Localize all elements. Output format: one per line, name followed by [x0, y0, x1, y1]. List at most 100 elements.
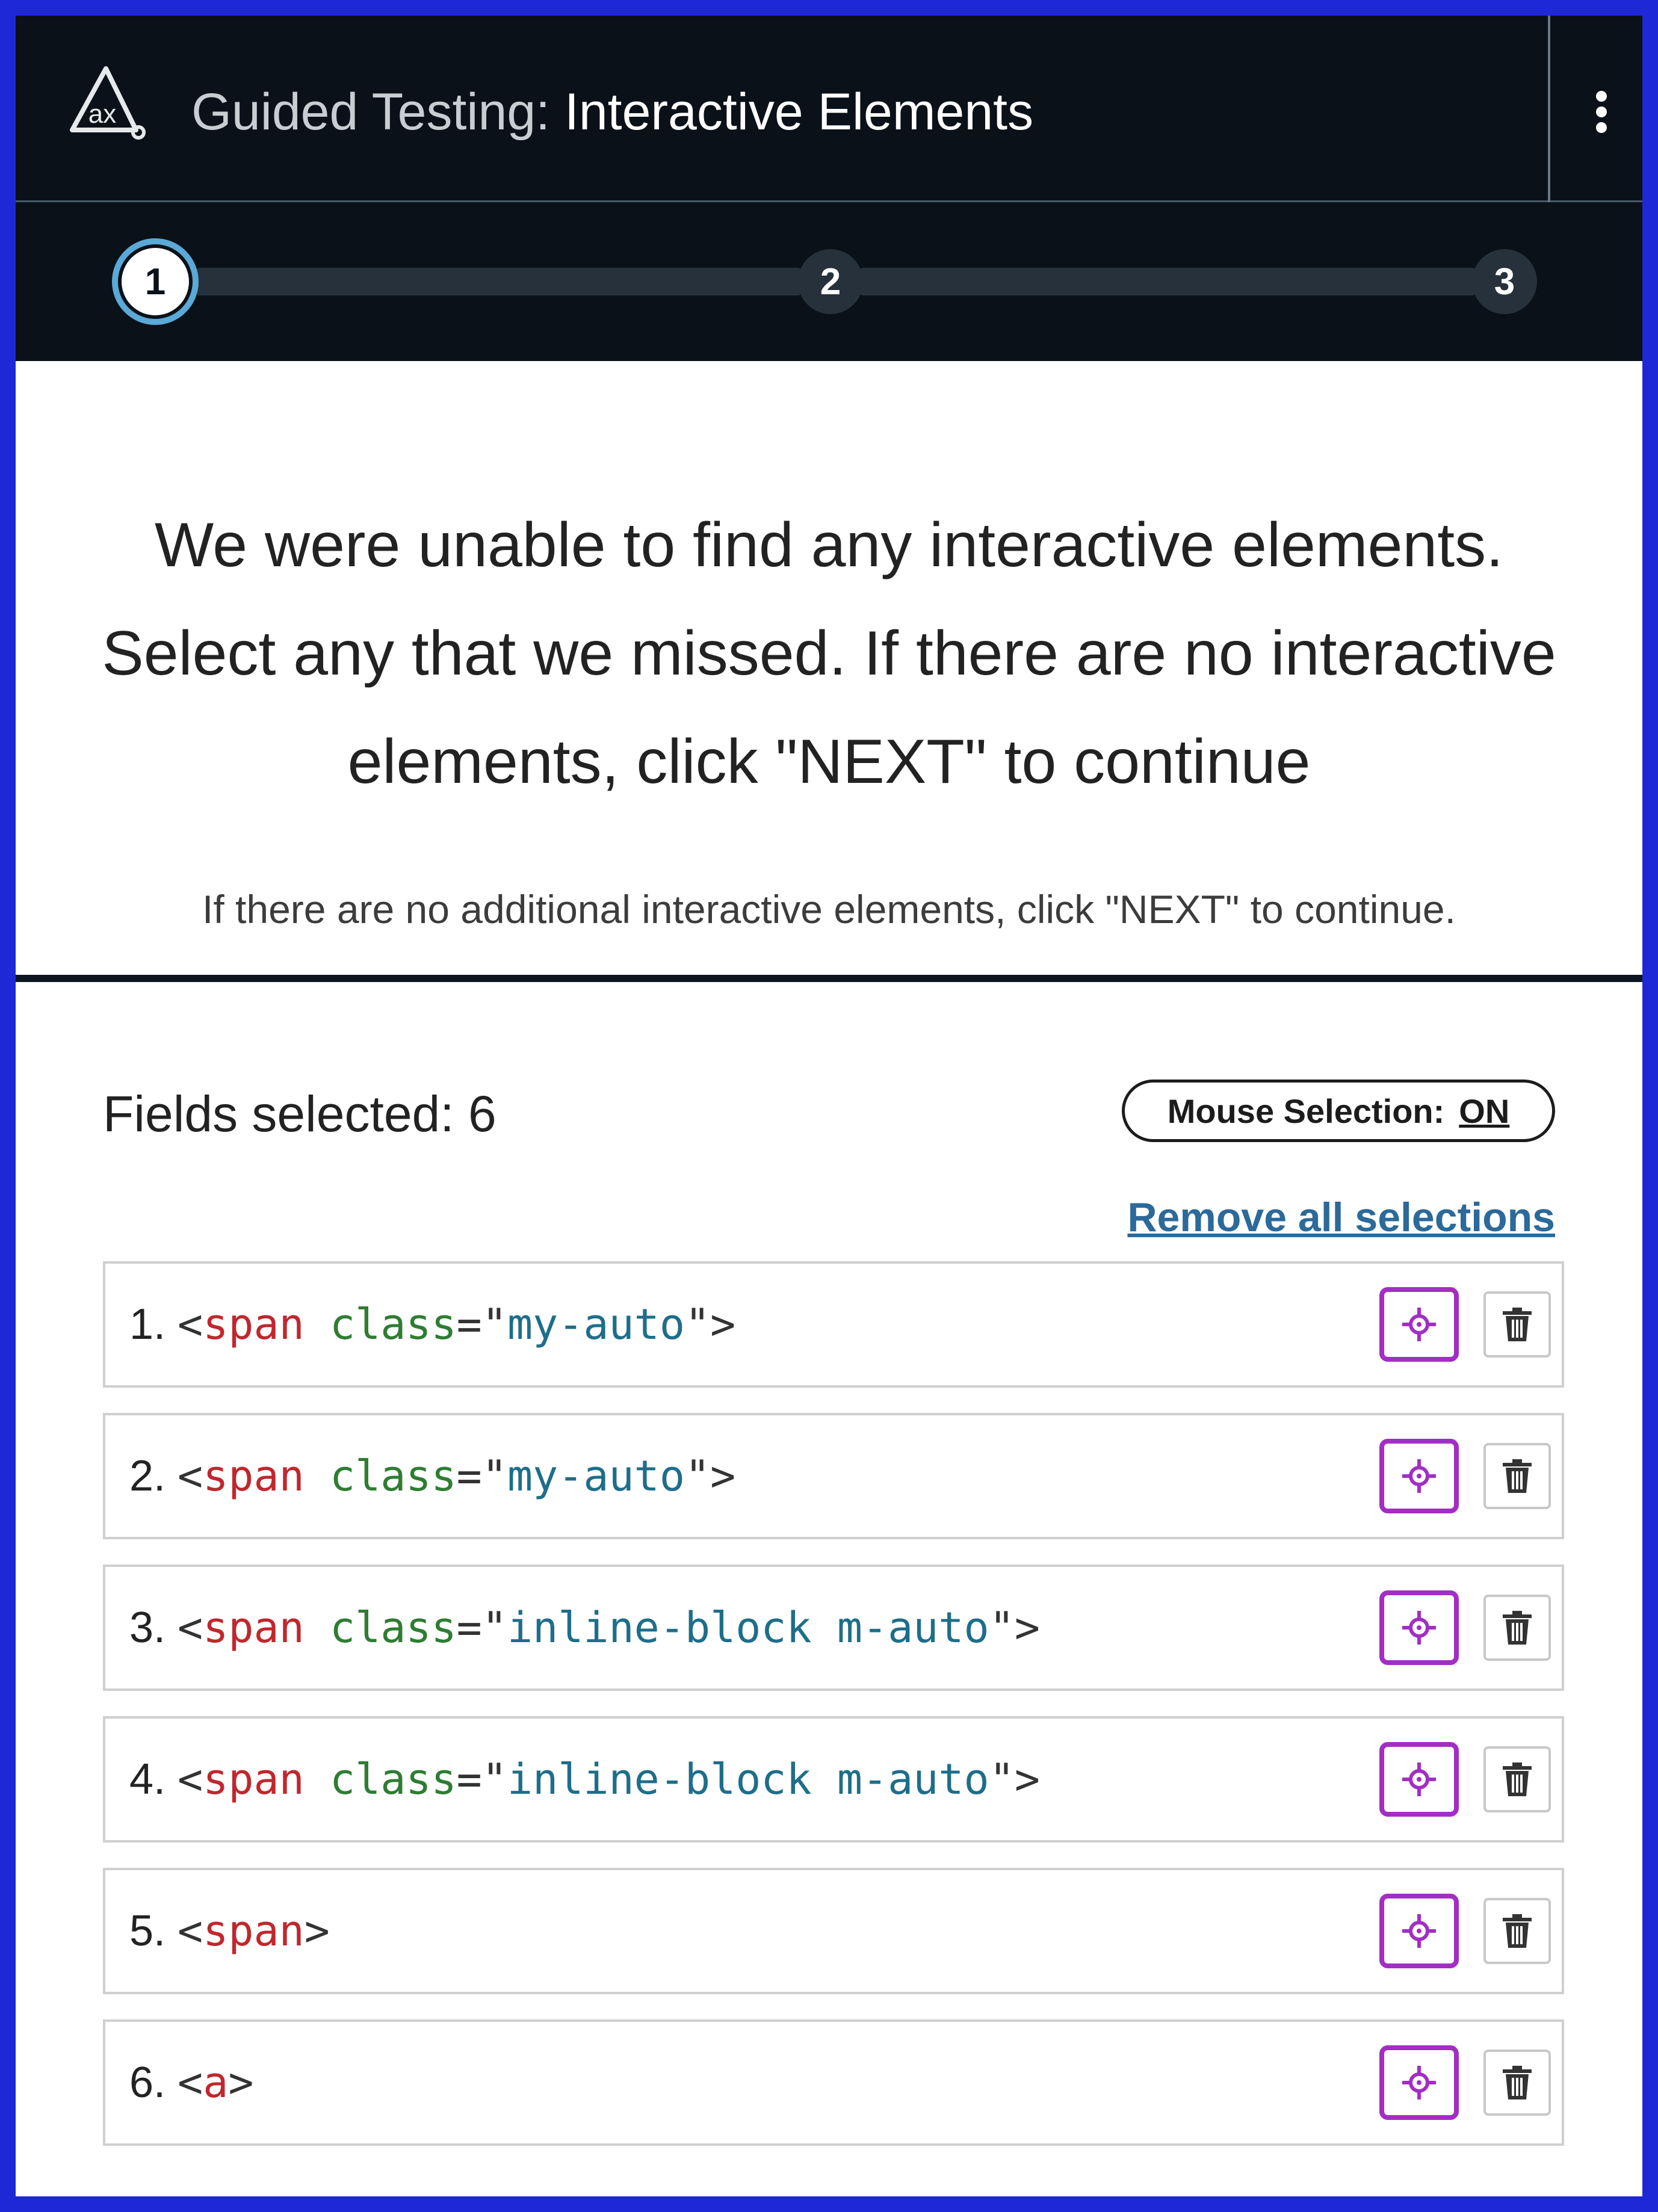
code-attr: class — [329, 1603, 457, 1652]
field-selector: 2. <span class="my-auto"> — [129, 1415, 735, 1537]
field-number: 5. — [129, 1907, 166, 1955]
field-selector: 4. <span class="inline-block m-auto"> — [129, 1719, 1040, 1840]
code-eq: =" — [456, 1603, 507, 1652]
code-attr-wrap: class="my-auto — [305, 1451, 685, 1501]
code-value: my-auto — [507, 1451, 685, 1501]
code-open: < — [178, 1603, 203, 1652]
code-attr: class — [329, 1451, 457, 1501]
field-code: <span> — [178, 1906, 330, 1956]
selected-field-row: 3. <span class="inline-block m-auto"> — [103, 1565, 1564, 1691]
field-number: 3. — [129, 1604, 166, 1652]
field-selector: 1. <span class="my-auto"> — [129, 1264, 735, 1385]
app-header: ax Guided Testing: Interactive Elements — [16, 16, 1642, 202]
highlight-element-button[interactable] — [1379, 2045, 1459, 2120]
code-attr: class — [329, 1300, 457, 1349]
step-2: 2 — [798, 249, 863, 314]
field-code: <span class="inline-block m-auto"> — [178, 1603, 1040, 1652]
intro-heading: We were unable to find any interactive e… — [52, 491, 1606, 816]
header-divider — [1548, 16, 1550, 202]
intro-heading-line: We were unable to find any interactive e… — [154, 510, 1504, 580]
highlight-element-button[interactable] — [1379, 1742, 1459, 1817]
code-value: inline-block m-auto — [507, 1603, 989, 1652]
highlight-element-button[interactable] — [1379, 1590, 1459, 1665]
title-prefix: Guided Testing: — [191, 83, 551, 141]
code-eq: =" — [456, 1755, 507, 1804]
code-value: my-auto — [507, 1300, 685, 1349]
code-value: inline-block m-auto — [507, 1755, 989, 1804]
delete-selection-button[interactable] — [1483, 2050, 1551, 2116]
step-1: 1 — [112, 238, 199, 325]
section-divider — [16, 975, 1642, 982]
field-code: <span class="my-auto"> — [178, 1451, 735, 1501]
step-3: 3 — [1472, 249, 1537, 314]
field-selector: 6. <a> — [129, 2022, 254, 2143]
highlight-element-button[interactable] — [1379, 1894, 1459, 1968]
delete-selection-button[interactable] — [1483, 1898, 1551, 1964]
mouse-selection-toggle[interactable]: Mouse Selection: ON — [1122, 1080, 1555, 1142]
code-open: < — [178, 1906, 203, 1956]
intro-subtext: If there are no additional interactive e… — [202, 887, 1456, 931]
mouse-selection-label: Mouse Selection: — [1167, 1092, 1445, 1130]
field-selector: 5. <span> — [129, 1870, 330, 1992]
code-tag: span — [203, 1603, 305, 1652]
code-attr-wrap: class="my-auto — [305, 1300, 685, 1349]
code-open: < — [178, 2058, 203, 2107]
mouse-selection-state: ON — [1459, 1092, 1510, 1130]
remove-all-selections-link[interactable]: Remove all selections — [1127, 1190, 1555, 1244]
field-number: 4. — [129, 1755, 166, 1803]
delete-selection-button[interactable] — [1483, 1443, 1551, 1509]
fields-selected-count: Fields selected: 6 — [103, 1086, 496, 1142]
crosshair-icon — [1402, 1459, 1436, 1493]
kebab-menu-button[interactable] — [1574, 76, 1629, 148]
selected-field-row: 6. <a> — [103, 2019, 1564, 2146]
selected-field-row: 4. <span class="inline-block m-auto"> — [103, 1716, 1564, 1843]
intro-heading-line: Select any that we missed. If there are … — [102, 619, 1556, 688]
highlight-element-button[interactable] — [1379, 1439, 1459, 1513]
step-track — [196, 268, 802, 295]
code-open: < — [178, 1300, 203, 1349]
field-number: 6. — [129, 2059, 166, 2107]
axe-logo-icon: ax — [64, 59, 148, 143]
code-tag: a — [203, 2058, 229, 2107]
delete-selection-button[interactable] — [1483, 1595, 1551, 1661]
trash-icon — [1503, 2066, 1532, 2099]
extension-panel: ax Guided Testing: Interactive Elements … — [16, 16, 1642, 2196]
step-track — [859, 268, 1476, 295]
code-close: > — [304, 1906, 330, 1956]
code-eq: =" — [456, 1300, 507, 1349]
crosshair-icon — [1402, 1914, 1436, 1948]
selected-field-row: 1. <span class="my-auto"> — [103, 1261, 1564, 1388]
code-attr: class — [329, 1755, 457, 1804]
field-code: <span class="my-auto"> — [178, 1300, 735, 1349]
title-main: Interactive Elements — [564, 83, 1034, 141]
trash-icon — [1503, 1611, 1532, 1645]
svg-text:ax: ax — [88, 99, 116, 129]
crosshair-icon — [1402, 1308, 1436, 1341]
delete-selection-button[interactable] — [1483, 1291, 1551, 1358]
code-tag: span — [203, 1451, 305, 1501]
highlight-element-button[interactable] — [1379, 1287, 1459, 1362]
code-tag: span — [203, 1300, 305, 1349]
kebab-menu-icon — [1596, 91, 1607, 133]
crosshair-icon — [1402, 1611, 1436, 1645]
code-eq: =" — [456, 1451, 507, 1501]
code-close: > — [228, 2058, 254, 2107]
field-code: <span class="inline-block m-auto"> — [178, 1755, 1040, 1804]
trash-icon — [1503, 1459, 1532, 1493]
field-code: <a> — [178, 2058, 253, 2107]
crosshair-icon — [1402, 2066, 1436, 2099]
code-open: < — [178, 1755, 203, 1804]
crosshair-icon — [1402, 1762, 1436, 1796]
code-attr-wrap: class="inline-block m-auto — [305, 1755, 989, 1804]
field-number: 1. — [129, 1300, 166, 1349]
trash-icon — [1503, 1914, 1532, 1948]
delete-selection-button[interactable] — [1483, 1746, 1551, 1812]
code-close: "> — [989, 1755, 1040, 1804]
intro-heading-line: elements, click "NEXT" to continue — [347, 727, 1311, 797]
page-title: Guided Testing: Interactive Elements — [191, 82, 1033, 142]
selected-fields-list: 1. <span class="my-auto"> 2. <span class… — [103, 1261, 1564, 2171]
code-attr-wrap: class="inline-block m-auto — [305, 1603, 989, 1652]
code-close: "> — [989, 1603, 1040, 1652]
code-open: < — [178, 1451, 203, 1501]
field-selector: 3. <span class="inline-block m-auto"> — [129, 1567, 1040, 1688]
